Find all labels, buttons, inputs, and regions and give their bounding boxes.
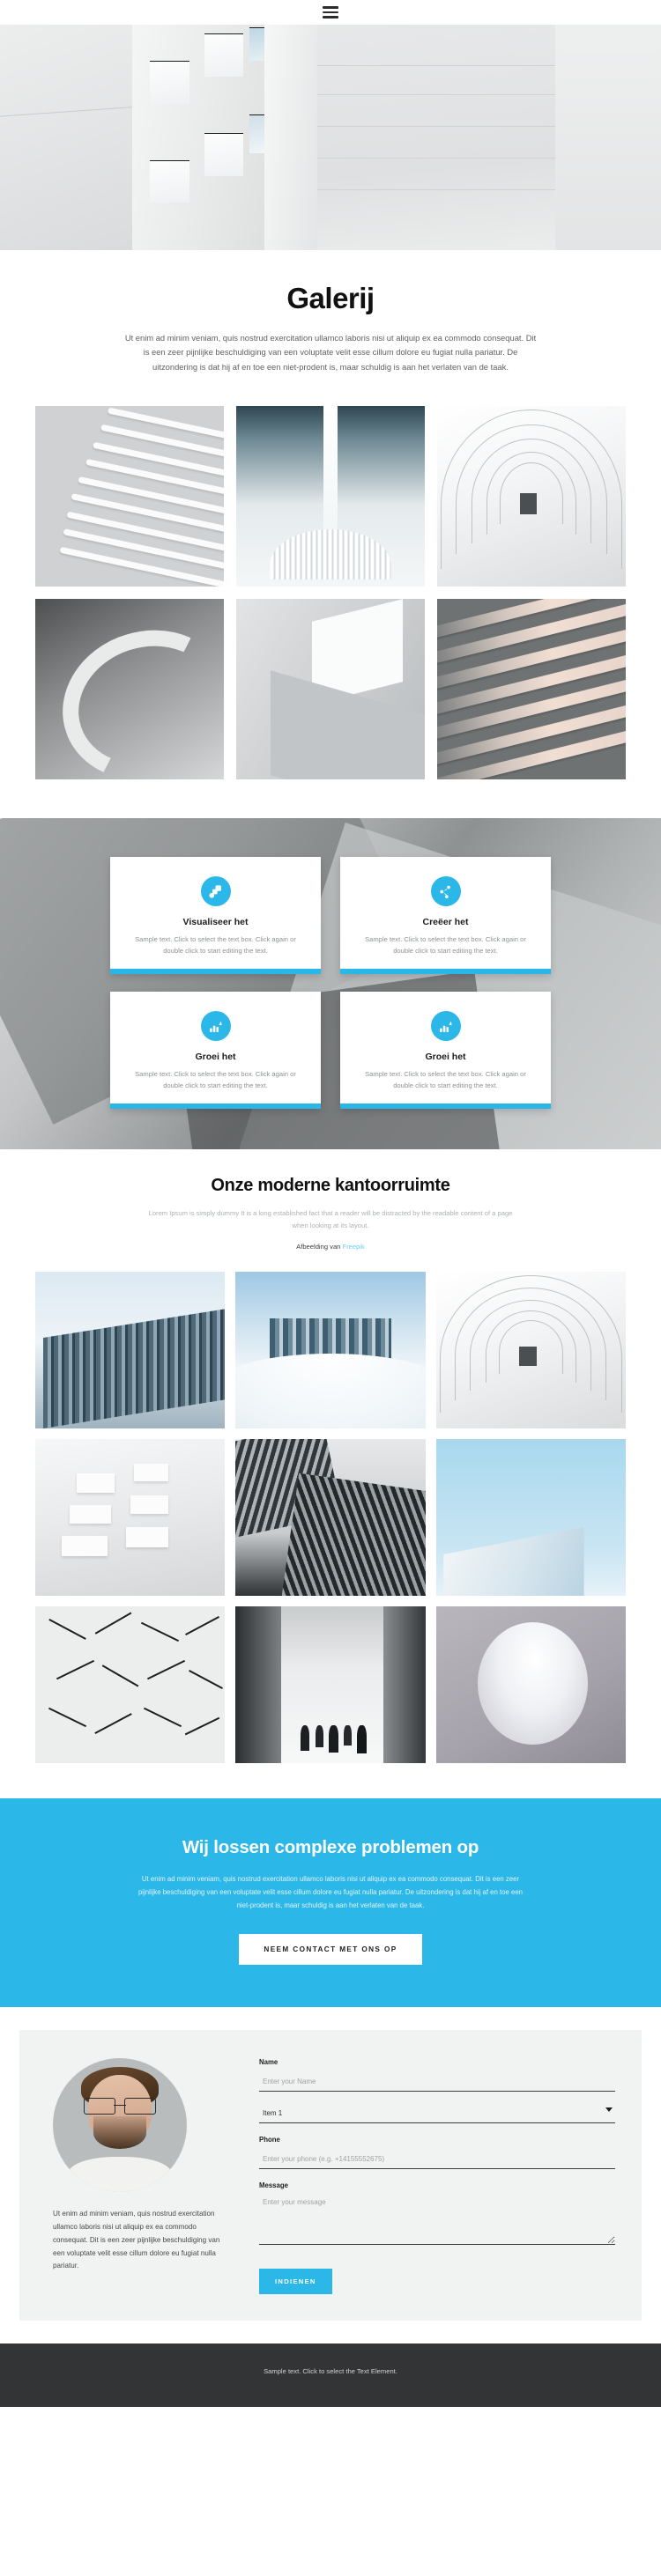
hamburger-bar <box>323 6 338 9</box>
image-curved-corridor <box>437 406 626 587</box>
feature-card-title: Groei het <box>425 1052 466 1063</box>
feature-card-text: Sample text. Click to select the text bo… <box>135 1070 296 1089</box>
hamburger-bar <box>323 16 338 18</box>
contact-us-button[interactable]: NEEM CONTACT MET ONS OP <box>239 1933 422 1965</box>
share-node-icon <box>430 876 461 907</box>
hamburger-menu-icon[interactable] <box>323 6 338 18</box>
gallery-item[interactable] <box>235 1271 426 1428</box>
feature-card-text: Sample text. Click to select the text bo… <box>365 1070 526 1089</box>
image-louvered-facade <box>35 406 224 587</box>
avatar-beard <box>93 2116 147 2149</box>
gallery-two <box>0 1258 661 1798</box>
phone-label: Phone <box>259 2135 280 2144</box>
name-field-group: Name <box>259 2058 615 2092</box>
gallery-item[interactable] <box>435 1271 626 1428</box>
gallery-item[interactable] <box>235 1605 426 1763</box>
image-folded-surface <box>236 599 425 780</box>
cta-section: Wij lossen complexe problemen op Ut enim… <box>0 1797 661 2007</box>
gallery-item[interactable] <box>236 406 425 587</box>
cta-title: Wij lossen complexe problemen op <box>182 1836 479 1857</box>
gallery-item[interactable] <box>35 1438 226 1596</box>
item-select-group: Item 1 <box>259 2104 615 2123</box>
contact-section: Ut enim ad minim veniam, quis nostrud ex… <box>19 2029 642 2321</box>
office-title: Onze moderne kantoorruimte <box>211 1176 450 1196</box>
feature-card-title: Groei het <box>195 1052 236 1063</box>
office-section: Onze moderne kantoorruimte Lorem Ipsum i… <box>0 1149 661 1258</box>
gallery-item[interactable] <box>437 599 626 780</box>
freepik-link[interactable]: Freepik <box>343 1243 365 1251</box>
image-curved-corridor <box>435 1271 626 1428</box>
phone-field-group: Phone <box>259 2136 615 2169</box>
feature-card-text: Sample text. Click to select the text bo… <box>135 935 296 955</box>
feature-card[interactable]: Creëer het Sample text. Click to select … <box>340 857 551 975</box>
image-credit: Afbeelding van Freepik <box>0 1243 661 1251</box>
image-spiral-staircase <box>35 599 224 780</box>
submit-button[interactable]: INDIENEN <box>259 2268 332 2294</box>
gallery-item[interactable] <box>235 1438 426 1596</box>
gallery-item[interactable] <box>435 1438 626 1596</box>
image-oval-skylight <box>435 1605 626 1763</box>
contact-intro: Ut enim ad minim veniam, quis nostrud ex… <box>46 2055 233 2294</box>
gallery-item[interactable] <box>435 1605 626 1763</box>
feature-card-title: Visualiseer het <box>182 917 249 928</box>
cta-paragraph: Ut enim ad minim veniam, quis nostrud ex… <box>137 1874 524 1910</box>
gallery-item[interactable] <box>437 406 626 587</box>
image-skyscrapers-from-below <box>235 1438 426 1596</box>
feature-card-title: Creëer het <box>422 917 469 928</box>
message-field-group: Message <box>259 2181 615 2249</box>
message-label: Message <box>259 2181 288 2189</box>
feature-card[interactable]: Groei het Sample text. Click to select t… <box>340 992 551 1110</box>
bar-chart-up-icon <box>430 1011 461 1042</box>
name-label: Name <box>259 2057 279 2066</box>
gallery-item[interactable] <box>35 1605 226 1763</box>
name-input[interactable] <box>259 2074 615 2092</box>
image-people-in-hall <box>235 1605 426 1763</box>
site-footer: Sample text. Click to select the Text El… <box>0 2343 661 2407</box>
item-select[interactable]: Item 1 <box>259 2105 615 2123</box>
gallery-item[interactable] <box>236 599 425 780</box>
layers-icon <box>200 876 231 907</box>
contact-section-wrap: Ut enim ad minim veniam, quis nostrud ex… <box>0 2006 661 2343</box>
feature-card-grid: Visualiseer het Sample text. Click to se… <box>110 857 551 1110</box>
image-atrium-interior <box>236 406 425 587</box>
intro-section: Galerij Ut enim ad minim veniam, quis no… <box>0 250 661 405</box>
image-skyscrapers-in-fog <box>235 1271 426 1428</box>
avatar-shirt <box>69 2157 171 2192</box>
page-title: Galerij <box>286 282 375 314</box>
site-header <box>0 0 661 25</box>
bar-chart-up-icon <box>200 1011 231 1042</box>
image-building-corner-blue-sky <box>435 1438 626 1596</box>
hero-image <box>0 25 661 250</box>
hero-tower <box>132 25 282 250</box>
image-triangular-wall-pattern <box>35 1605 226 1763</box>
message-textarea[interactable] <box>259 2195 615 2245</box>
intro-paragraph: Ut enim ad minim veniam, quis nostrud ex… <box>124 333 537 372</box>
feature-card-text: Sample text. Click to select the text bo… <box>365 935 526 955</box>
image-credit-prefix: Afbeelding van <box>296 1242 343 1251</box>
image-white-apartment-building <box>35 1438 226 1596</box>
feature-card[interactable]: Groei het Sample text. Click to select t… <box>110 992 321 1110</box>
footer-text: Sample text. Click to select the Text El… <box>264 2366 397 2375</box>
office-subtitle: Lorem Ipsum is simply dummy It is a long… <box>148 1209 513 1229</box>
hamburger-bar <box>323 11 338 14</box>
glasses-icon <box>83 2098 157 2115</box>
image-glass-office-building <box>35 1271 226 1428</box>
gallery-item[interactable] <box>35 1271 226 1428</box>
contact-paragraph: Ut enim ad minim veniam, quis nostrud ex… <box>53 2209 220 2270</box>
gallery-item[interactable] <box>35 406 224 587</box>
feature-card[interactable]: Visualiseer het Sample text. Click to se… <box>110 857 321 975</box>
hero-wall-far <box>555 25 661 250</box>
gallery-item[interactable] <box>35 599 224 780</box>
gallery-one <box>0 404 661 818</box>
image-pink-balcony-facade <box>437 599 626 780</box>
contact-form: Name Item 1 Phone Message INDIENEN <box>259 2055 615 2294</box>
hero-column <box>264 25 317 250</box>
features-section: Visualiseer het Sample text. Click to se… <box>0 818 661 1150</box>
avatar <box>53 2057 187 2192</box>
phone-input[interactable] <box>259 2152 615 2169</box>
